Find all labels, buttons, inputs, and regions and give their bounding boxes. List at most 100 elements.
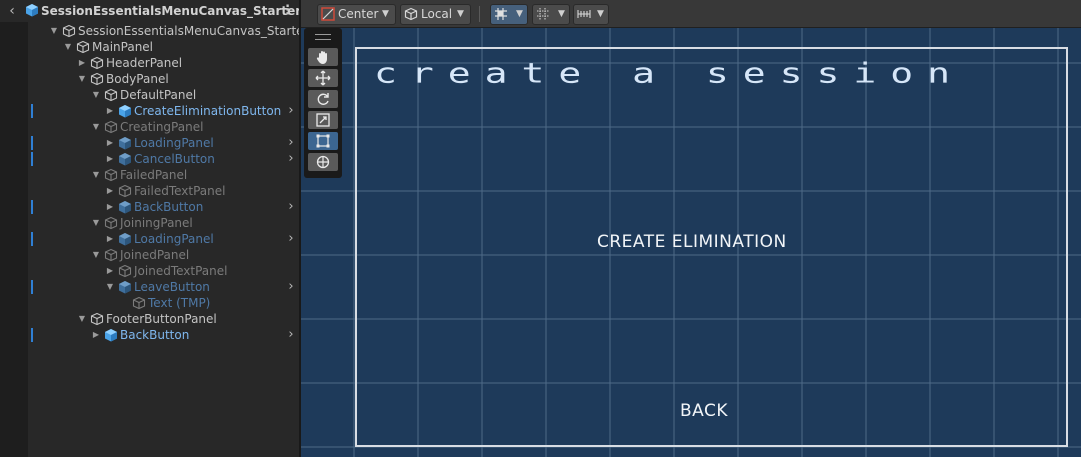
dropdown-arrow-icon: ▼ (516, 9, 523, 19)
chevron-right-icon[interactable]: › (286, 327, 296, 343)
gameobject-icon (118, 184, 132, 198)
hierarchy-title: SessionEssentialsMenuCanvas_Starter (41, 4, 302, 18)
prefab-icon (118, 280, 132, 294)
tree-row[interactable]: ▶ HeaderPanel (0, 55, 299, 71)
tree-row-label: DefaultPanel (120, 88, 197, 102)
transform-tool-button[interactable] (308, 153, 338, 171)
chevron-right-icon[interactable]: › (286, 199, 296, 215)
dropdown-arrow-icon: ▼ (382, 9, 389, 19)
rect-transform-icon (316, 134, 330, 148)
pivot-mode-dropdown[interactable]: Center ▼ (317, 4, 396, 25)
chevron-right-icon[interactable]: › (286, 231, 296, 247)
transform-icon (316, 155, 330, 169)
pivot-center-icon (321, 7, 335, 27)
chevron-right-icon[interactable]: › (286, 151, 296, 167)
create-elimination-button-text[interactable]: CREATE ELIMINATION (597, 232, 787, 252)
expand-open-icon[interactable]: ▼ (62, 39, 74, 55)
expand-closed-icon[interactable]: ▶ (104, 151, 116, 167)
expand-open-icon[interactable]: ▼ (76, 311, 88, 327)
rotate-tool-button[interactable] (308, 90, 338, 108)
hand-tool-button[interactable] (308, 48, 338, 66)
expand-closed-icon[interactable]: ▶ (104, 263, 116, 279)
prefab-icon (118, 104, 132, 118)
grid-snapping-toggle[interactable]: ▼ (490, 4, 528, 25)
prefab-scene-icon (25, 3, 39, 20)
scene-view[interactable]: create a session CREATE ELIMINATION BACK… (301, 0, 1081, 457)
expand-closed-icon[interactable]: ▶ (104, 231, 116, 247)
scene-title-text[interactable]: create a session (374, 56, 964, 91)
move-tool-button[interactable] (308, 69, 338, 87)
pivot-mode-label: Center (338, 7, 379, 21)
increment-snapping-toggle[interactable]: ▼ (573, 4, 609, 25)
tree-row-label: CreatingPanel (120, 120, 204, 134)
prefab-override-marker (31, 200, 33, 214)
tree-row-label: LeaveButton (134, 280, 210, 294)
expand-open-icon[interactable]: ▼ (90, 215, 102, 231)
prefab-override-marker (31, 328, 33, 342)
tree-row[interactable]: ▶ FailedTextPanel (0, 183, 299, 199)
tree-row[interactable]: ▼ JoinedPanel (0, 247, 299, 263)
kebab-menu-icon[interactable]: ⋮ (281, 2, 294, 20)
tree-row[interactable]: ▼ SessionEssentialsMenuCanvas_Starter (0, 23, 309, 39)
expand-closed-icon[interactable]: ▶ (104, 199, 116, 215)
tree-row[interactable]: Text (TMP) (0, 295, 299, 311)
pivot-space-dropdown[interactable]: Local ▼ (400, 4, 471, 25)
tree-row[interactable]: ▼ CreatingPanel (0, 119, 299, 135)
prefab-override-marker (31, 280, 33, 294)
prefab-override-marker (31, 232, 33, 246)
tree-row-label: JoiningPanel (120, 216, 193, 230)
tree-row[interactable]: ▶ BackButton › (0, 327, 299, 343)
tree-row[interactable]: ▼ BodyPanel (0, 71, 299, 87)
tree-row-label: FooterButtonPanel (106, 312, 217, 326)
expand-open-icon[interactable]: ▼ (90, 87, 102, 103)
back-arrow-icon[interactable]: ‹ (4, 2, 20, 20)
expand-closed-icon[interactable]: ▶ (104, 103, 116, 119)
tree-row[interactable]: ▼ MainPanel (0, 39, 299, 55)
ruler-icon (577, 7, 591, 27)
tree-row[interactable]: ▶ JoinedTextPanel (0, 263, 299, 279)
tree-row-label: JoinedPanel (120, 248, 190, 262)
expand-closed-icon[interactable]: ▶ (104, 183, 116, 199)
chevron-right-icon[interactable]: › (286, 103, 296, 119)
pivot-space-label: Local (421, 7, 453, 21)
tree-row-label: CancelButton (134, 152, 215, 166)
expand-open-icon[interactable]: ▼ (90, 247, 102, 263)
toolbar-separator (479, 6, 480, 22)
scale-tool-button[interactable] (308, 111, 338, 129)
expand-closed-icon[interactable]: ▶ (104, 135, 116, 151)
tree-row[interactable]: ▶ LoadingPanel › (0, 231, 299, 247)
prefab-icon (118, 232, 132, 246)
back-button-text[interactable]: BACK (680, 401, 728, 421)
rect-tool-button[interactable] (308, 132, 338, 150)
expand-open-icon[interactable]: ▼ (76, 71, 88, 87)
tree-row[interactable]: ▶ LoadingPanel › (0, 135, 299, 151)
tree-row[interactable]: ▶ BackButton › (0, 199, 299, 215)
tree-row[interactable]: ▼ LeaveButton › (0, 279, 299, 295)
tree-row[interactable]: ▶ CreateEliminationButton › (0, 103, 299, 119)
dropdown-arrow-icon: ▼ (597, 9, 604, 19)
tree-row[interactable]: ▼ JoiningPanel (0, 215, 299, 231)
expand-open-icon[interactable]: ▼ (104, 279, 116, 295)
grid-snap-icon (494, 7, 508, 27)
tree-row-label: MainPanel (92, 40, 154, 54)
tree-row-label: CreateEliminationButton (134, 104, 282, 118)
tree-row[interactable]: ▼ FailedPanel (0, 167, 299, 183)
chevron-right-icon[interactable]: › (286, 279, 296, 295)
tool-palette[interactable] (304, 28, 342, 178)
grid-visibility-toggle[interactable]: ▼ (532, 4, 570, 25)
dropdown-arrow-icon: ▼ (457, 9, 464, 19)
move-icon (315, 70, 331, 86)
expand-open-icon[interactable]: ▼ (48, 23, 60, 39)
expand-open-icon[interactable]: ▼ (90, 167, 102, 183)
expand-closed-icon[interactable]: ▶ (90, 327, 102, 343)
expand-open-icon[interactable]: ▼ (90, 119, 102, 135)
chevron-right-icon[interactable]: › (286, 135, 296, 151)
tree-row[interactable]: ▼ DefaultPanel (0, 87, 299, 103)
expand-closed-icon[interactable]: ▶ (76, 55, 88, 71)
hierarchy-panel: ‹ SessionEssentialsMenuCanvas_Starter ⋮ … (0, 0, 309, 457)
palette-grip-icon[interactable] (315, 34, 331, 40)
tree-row[interactable]: ▼ FooterButtonPanel (0, 311, 299, 327)
tree-row[interactable]: ▶ CancelButton › (0, 151, 299, 167)
prefab-override-marker (31, 136, 33, 150)
tree-row-label: SessionEssentialsMenuCanvas_Starter (78, 24, 309, 38)
